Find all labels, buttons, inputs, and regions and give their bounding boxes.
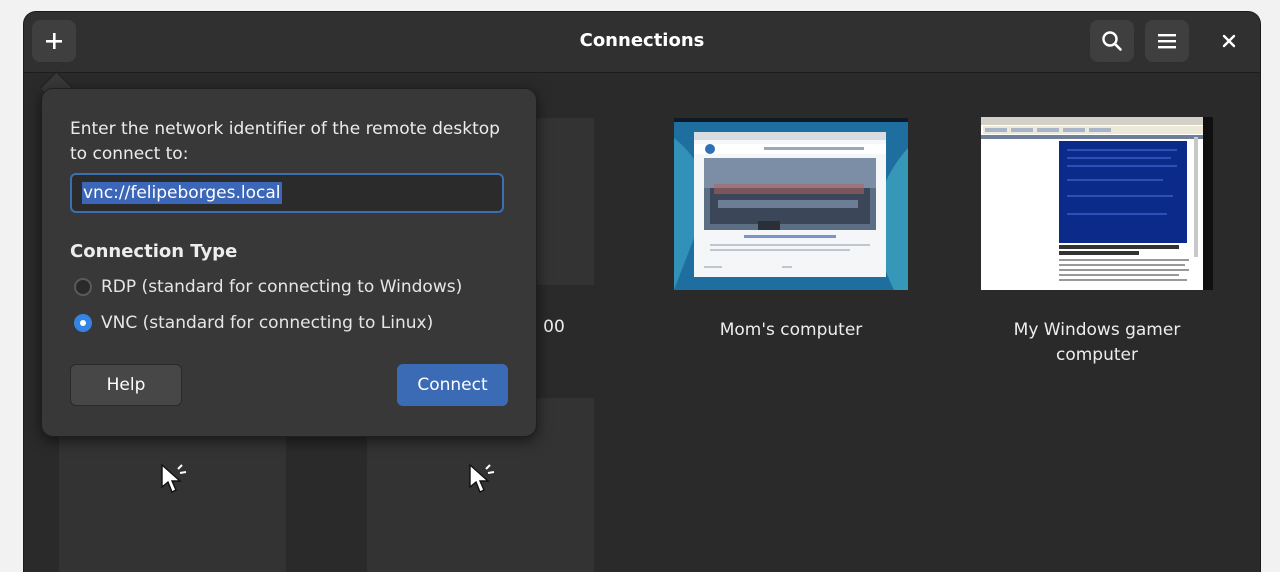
header-bar: Connections <box>24 12 1260 73</box>
address-input-value: vnc://felipeborges.local <box>82 182 282 204</box>
pointer-cursor-icon <box>469 463 495 493</box>
radio-label: RDP (standard for connecting to Windows) <box>101 277 463 297</box>
connection-name: My Windows gamer computer <box>1013 320 1181 365</box>
close-icon <box>1222 34 1236 48</box>
search-icon <box>1102 31 1122 51</box>
connection-type-label: Connection Type <box>70 241 238 262</box>
close-window-button[interactable] <box>1214 26 1244 56</box>
connection-thumbnail-moms-computer[interactable] <box>674 118 908 290</box>
search-button[interactable] <box>1090 20 1134 62</box>
popover-description: Enter the network identifier of the remo… <box>70 119 500 164</box>
radio-option-rdp[interactable]: RDP (standard for connecting to Windows) <box>74 277 462 297</box>
connection-name-partial: 00 <box>543 317 565 337</box>
radio-option-vnc[interactable]: VNC (standard for connecting to Linux) <box>74 313 433 333</box>
radio-label: VNC (standard for connecting to Linux) <box>101 313 434 333</box>
address-input[interactable]: vnc://felipeborges.local <box>70 173 504 213</box>
hamburger-menu-icon <box>1158 34 1176 49</box>
new-connection-popover: Enter the network identifier of the remo… <box>41 88 537 437</box>
help-button[interactable]: Help <box>70 364 182 406</box>
main-menu-button[interactable] <box>1145 20 1189 62</box>
connection-thumbnail-windows-gamer-computer[interactable] <box>981 117 1213 290</box>
pointer-cursor-icon <box>161 463 187 493</box>
radio-button-checked[interactable] <box>74 314 92 332</box>
connection-name: Mom's computer <box>719 320 863 340</box>
window-title: Connections <box>579 30 705 51</box>
radio-button[interactable] <box>74 278 92 296</box>
connect-button[interactable]: Connect <box>397 364 508 406</box>
